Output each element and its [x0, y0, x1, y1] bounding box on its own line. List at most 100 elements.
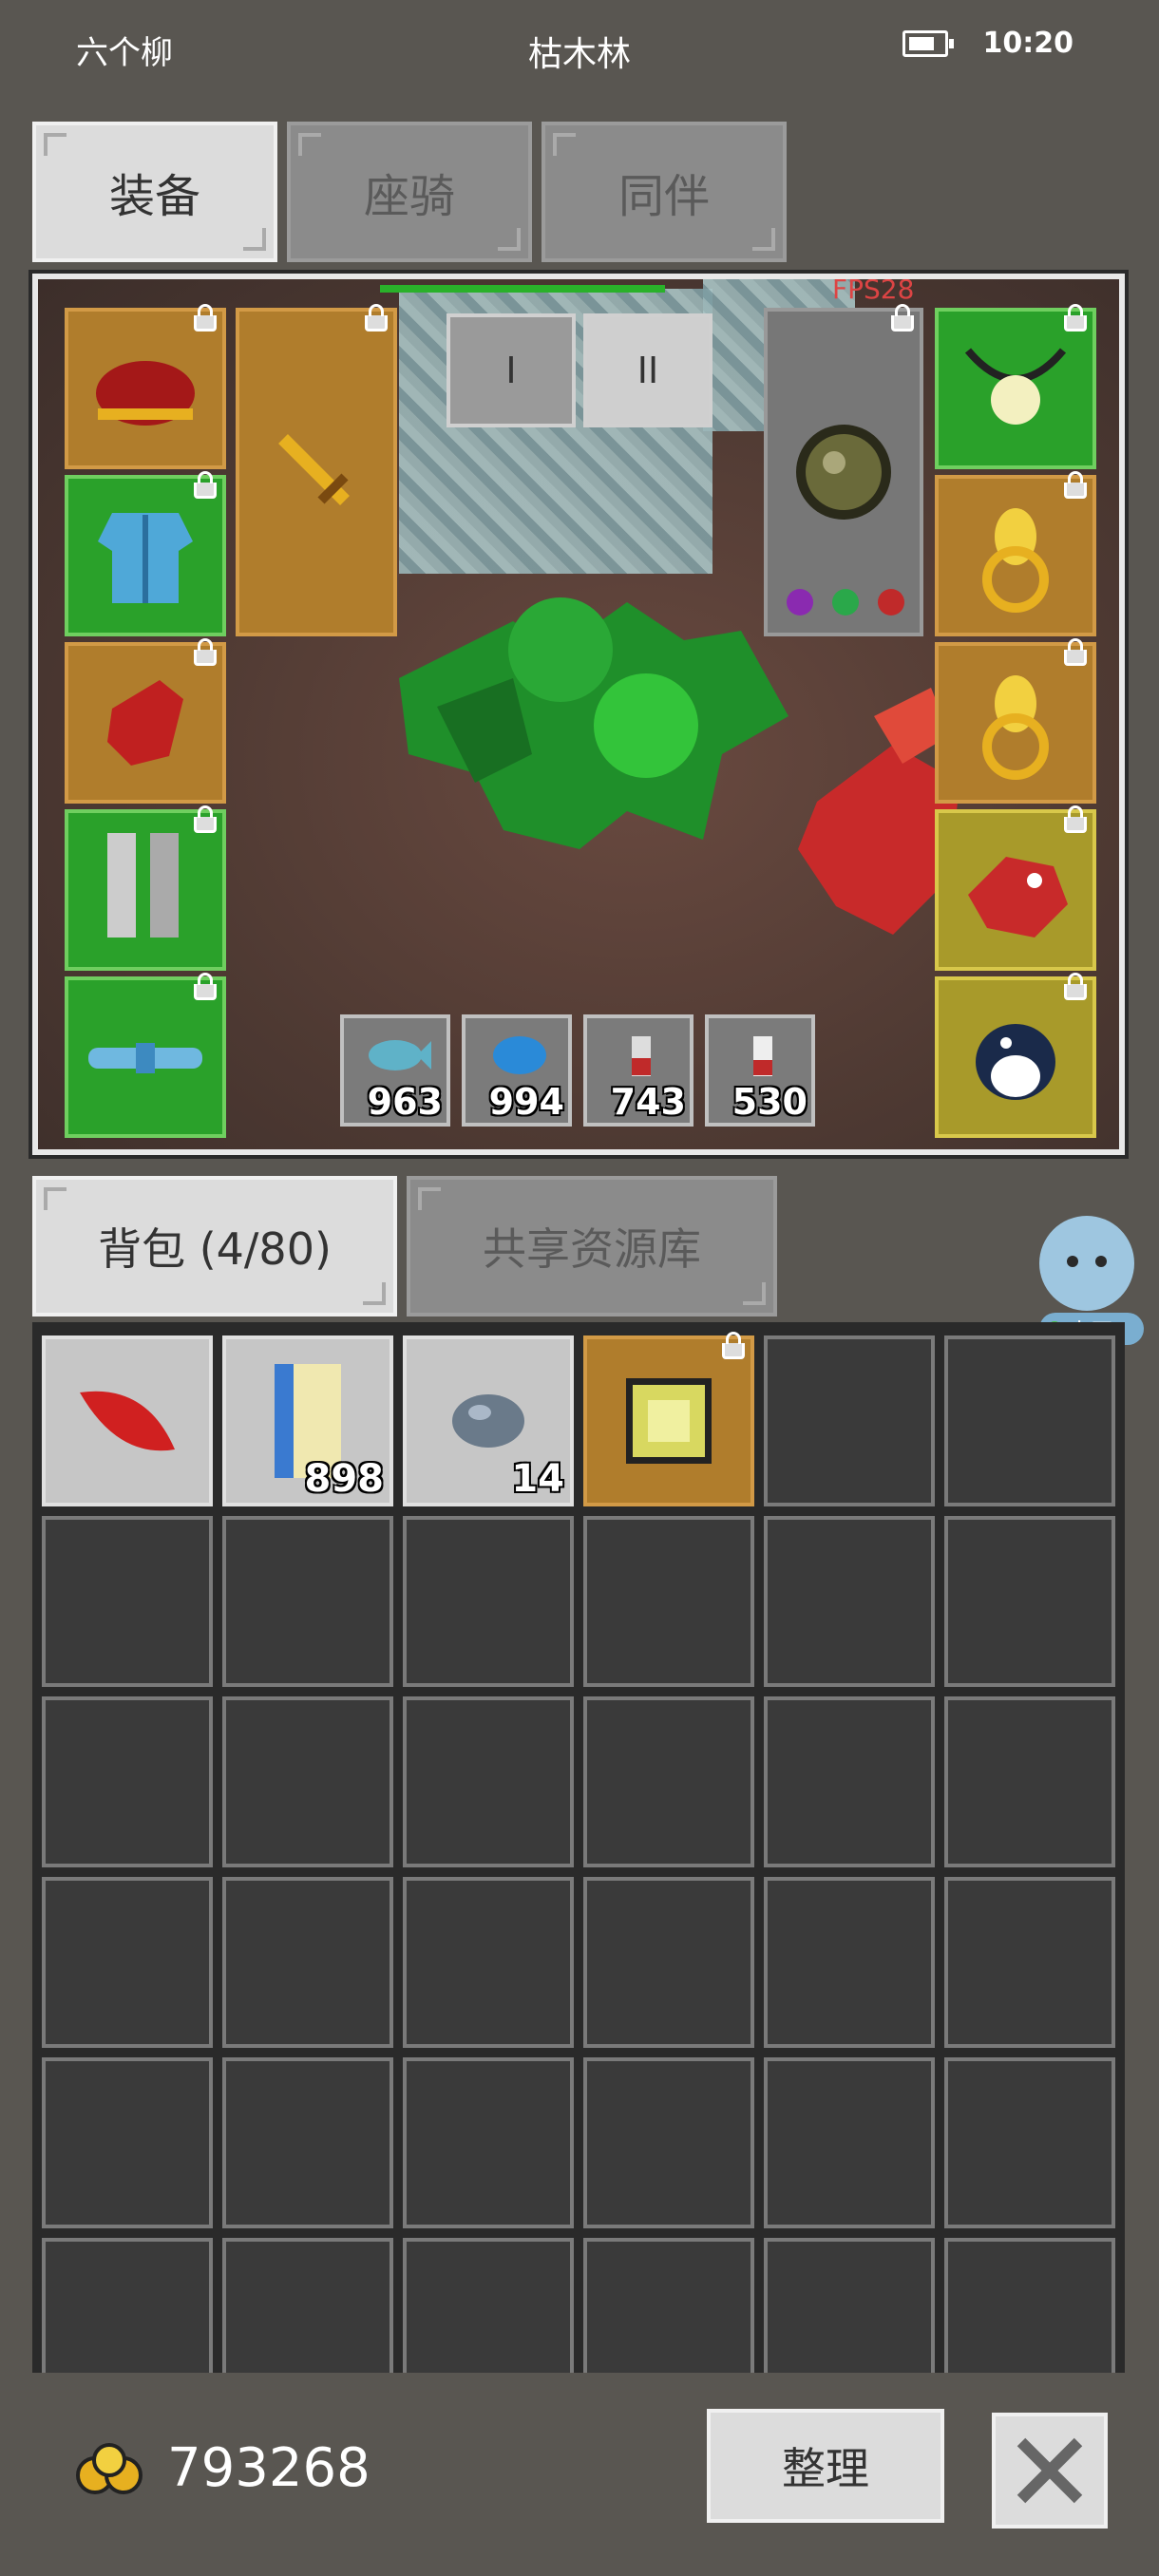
ore-icon	[452, 1394, 524, 1448]
ring-icon	[982, 508, 1049, 613]
boots-slot[interactable]	[65, 805, 226, 971]
helmet-slot[interactable]	[65, 304, 226, 469]
mount-slot[interactable]	[935, 805, 1096, 971]
inventory-slot[interactable]	[944, 1335, 1115, 1506]
inventory-slot[interactable]	[42, 1516, 213, 1687]
character-scene: I II FPS28 963 994 743 530	[28, 270, 1129, 1159]
lock-icon	[1064, 805, 1087, 833]
quick-slot-2[interactable]: 994	[462, 1014, 572, 1127]
inventory-slot[interactable]	[764, 2238, 935, 2373]
armor-icon	[98, 513, 193, 603]
inventory-slot[interactable]	[944, 1516, 1115, 1687]
close-button[interactable]	[992, 2413, 1108, 2529]
inventory-slot[interactable]	[42, 1877, 213, 2048]
hp-bar	[380, 285, 665, 293]
ring-slot-1[interactable]	[935, 471, 1096, 636]
red-feather-icon	[80, 1391, 175, 1451]
belt-slot[interactable]	[65, 973, 226, 1138]
inventory-slot[interactable]	[944, 1696, 1115, 1867]
inventory-slot[interactable]	[222, 1877, 393, 2048]
tab-mount-label: 座骑	[363, 170, 455, 223]
lock-icon	[1064, 638, 1087, 666]
quick-slot-count: 530	[732, 1081, 808, 1123]
lock-icon	[1064, 471, 1087, 499]
lock-icon	[365, 304, 388, 331]
inventory-slot[interactable]	[222, 2057, 393, 2228]
inventory-slot[interactable]	[764, 1696, 935, 1867]
sort-button[interactable]: 整理	[707, 2409, 944, 2523]
battery-icon	[902, 30, 954, 57]
lock-icon	[1064, 973, 1087, 1000]
quick-slot-3[interactable]: 743	[583, 1014, 694, 1127]
inventory-slot[interactable]	[42, 1335, 213, 1506]
tab-equipment[interactable]: 装备	[32, 122, 277, 262]
helmet-icon	[96, 361, 195, 426]
lock-icon	[194, 304, 217, 331]
gem-sockets	[779, 583, 912, 621]
gold-amount: 793268	[167, 2437, 370, 2499]
inventory-slot[interactable]	[403, 1516, 574, 1687]
armor-slot[interactable]	[65, 471, 226, 636]
lock-icon	[194, 638, 217, 666]
inventory-slot[interactable]: 14	[403, 1335, 574, 1506]
fps-counter: FPS28	[832, 274, 915, 305]
red-potion-icon	[632, 1036, 651, 1076]
close-icon	[1016, 2437, 1083, 2504]
quick-slot-count: 743	[610, 1081, 686, 1123]
inventory-slot[interactable]	[944, 1877, 1115, 2048]
inventory-slot[interactable]	[944, 2057, 1115, 2228]
loadout-2-label: II	[636, 350, 659, 391]
lock-icon	[722, 1332, 745, 1359]
inventory-slot[interactable]	[583, 2057, 754, 2228]
fish-icon	[369, 1040, 431, 1070]
inventory-slot[interactable]	[764, 1877, 935, 2048]
inventory-slot[interactable]	[944, 2238, 1115, 2373]
inventory-slot[interactable]	[583, 1877, 754, 2048]
inventory-slot[interactable]	[222, 1516, 393, 1687]
tab-backpack[interactable]: 背包 (4/80)	[32, 1176, 397, 1316]
quick-slot-count: 994	[488, 1081, 564, 1123]
necklace-slot[interactable]	[935, 304, 1096, 469]
inventory-slot[interactable]	[583, 2238, 754, 2373]
inventory-slot[interactable]	[403, 1877, 574, 2048]
inventory-slot[interactable]	[403, 1696, 574, 1867]
inventory-slot[interactable]	[42, 2238, 213, 2373]
inventory-slot[interactable]	[583, 1332, 754, 1506]
tab-shared-storage-label: 共享资源库	[483, 1223, 701, 1275]
tab-companion[interactable]: 同伴	[542, 122, 787, 262]
tab-shared-storage[interactable]: 共享资源库	[407, 1176, 777, 1316]
inventory-slot[interactable]	[583, 1516, 754, 1687]
inventory-slot[interactable]	[403, 2238, 574, 2373]
pet-slot[interactable]	[935, 973, 1096, 1138]
inventory-slot[interactable]	[42, 1696, 213, 1867]
inventory-slot[interactable]	[222, 2238, 393, 2373]
inventory-slot[interactable]	[764, 1335, 935, 1506]
ring-slot-2[interactable]	[935, 638, 1096, 804]
square-token-icon	[626, 1378, 712, 1464]
inventory-slot[interactable]	[764, 2057, 935, 2228]
inventory-slot[interactable]	[222, 1696, 393, 1867]
lock-icon	[891, 304, 914, 331]
inventory-slot[interactable]	[764, 1516, 935, 1687]
quick-slot-4[interactable]: 530	[705, 1014, 815, 1127]
inventory-slot[interactable]	[42, 2057, 213, 2228]
gloves-slot[interactable]	[65, 638, 226, 804]
lock-icon	[1064, 304, 1087, 331]
gold-coins-icon	[76, 2443, 142, 2494]
inventory-slot[interactable]	[403, 2057, 574, 2228]
gem-icons	[787, 589, 904, 616]
inventory-slot[interactable]	[583, 1696, 754, 1867]
amulet-icon	[964, 348, 1067, 425]
lock-icon	[194, 805, 217, 833]
loadout-2-button[interactable]: II	[583, 313, 712, 427]
weapon-slot[interactable]	[236, 304, 397, 636]
loadout-1-button[interactable]: I	[446, 313, 576, 427]
bird-icon	[976, 1024, 1055, 1100]
tab-mount[interactable]: 座骑	[287, 122, 532, 262]
item-count: 14	[511, 1457, 564, 1501]
inventory-slot[interactable]: 898	[222, 1335, 393, 1506]
sword-icon	[278, 434, 350, 505]
ring-icon	[982, 675, 1049, 780]
quick-slot-1[interactable]: 963	[340, 1014, 450, 1127]
dragon-icon	[968, 857, 1068, 938]
